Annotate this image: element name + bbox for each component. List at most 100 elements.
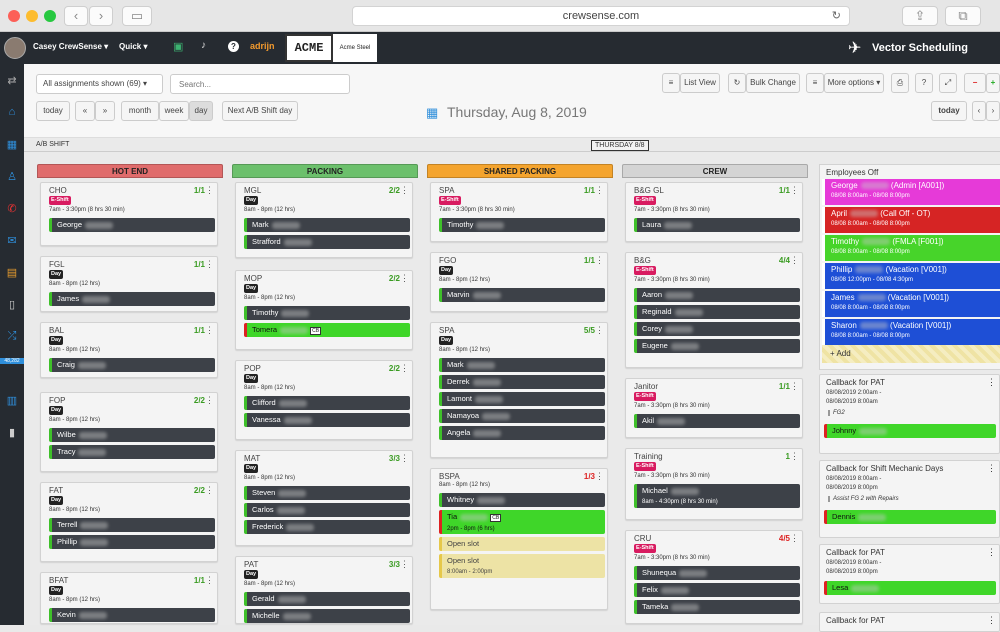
assigned-person[interactable]: Open slot 8:00am - 2:00pm — [439, 554, 605, 578]
swap-icon[interactable]: ⇄ — [0, 74, 24, 87]
callback-person[interactable]: Lesa — [824, 581, 996, 595]
assigned-person[interactable]: Derrek — [439, 375, 605, 389]
home-icon[interactable]: ⌂ — [0, 106, 24, 118]
add-employee-off-button[interactable]: + Add — [822, 345, 1000, 363]
calendar-icon[interactable]: ▦ — [0, 138, 24, 151]
more-options-button[interactable]: More options ▾ — [824, 73, 884, 93]
callback-card[interactable]: Callback for PAT ⋮ 08/08/2019 8:00am - 08/0… — [819, 544, 1000, 604]
calendar-app-icon[interactable]: ▣ — [173, 40, 183, 53]
assigned-person[interactable]: Aaron — [634, 288, 800, 302]
next-ab-shift-button[interactable]: Next A/B Shift day — [222, 101, 298, 121]
quick-menu[interactable]: Quick ▾ — [119, 42, 147, 51]
callback-menu-icon[interactable]: ⋮ — [987, 547, 996, 558]
assignment-card[interactable]: BFAT 1/1 ⋮ Day 8am - 8pm (12 hrs) Kevin — [40, 572, 218, 624]
reload-icon[interactable]: ↻ — [832, 7, 841, 25]
assigned-person[interactable]: Wilbe — [49, 428, 215, 442]
assignment-card[interactable]: FOP 2/2 ⋮ Day 8am - 8pm (12 hrs) Wilbe Tracy — [40, 392, 218, 472]
user-menu[interactable]: Casey CrewSense ▾ — [33, 42, 108, 51]
assignment-card[interactable]: SPA 1/1 ⋮ E-Shift 7am - 3:30pm (8 hrs 30 min… — [430, 182, 608, 242]
card-menu-icon[interactable]: ⋮ — [595, 325, 604, 336]
assigned-person[interactable]: Felix — [634, 583, 800, 597]
assigned-person[interactable]: Timothy — [439, 218, 605, 232]
help-button-icon[interactable]: ? — [915, 73, 933, 93]
assignment-card[interactable]: B&G GL 1/1 ⋮ E-Shift 7am - 3:30pm (8 hrs 30 … — [625, 182, 803, 242]
report-icon[interactable]: ▮ — [0, 426, 24, 439]
callback-person[interactable]: Dennis — [824, 510, 996, 524]
assigned-person[interactable]: Carlos — [244, 503, 410, 517]
employee-off-row[interactable]: George (Admin [A001]) 08/08 8:00am - 08/0… — [822, 179, 1000, 205]
card-menu-icon[interactable]: ⋮ — [790, 381, 799, 392]
assigned-person[interactable]: Frederick — [244, 520, 410, 534]
card-menu-icon[interactable]: ⋮ — [205, 575, 214, 586]
card-menu-icon[interactable]: ⋮ — [205, 325, 214, 336]
card-menu-icon[interactable]: ⋮ — [595, 471, 604, 482]
assignment-card[interactable]: PAT 3/3 ⋮ Day 8am - 8pm (12 hrs) Gerald Michel… — [235, 556, 413, 624]
card-menu-icon[interactable]: ⋮ — [595, 255, 604, 266]
prev-day-icon[interactable]: ‹ — [972, 101, 986, 121]
bulk-change-button[interactable]: Bulk Change — [746, 73, 800, 93]
callback-card[interactable]: Callback for PAT ⋮ 08/08/2019 2:00am - 08/0… — [819, 374, 1000, 454]
employee-off-row[interactable]: Sharon (Vacation [V001]) 08/08 8:00am - 0… — [822, 319, 1000, 345]
search-input[interactable] — [170, 74, 350, 94]
next-button[interactable]: » — [95, 101, 115, 121]
card-menu-icon[interactable]: ⋮ — [205, 259, 214, 270]
phone-icon[interactable]: ✆ — [0, 202, 24, 215]
assigned-person[interactable]: Shunequa — [634, 566, 800, 580]
callback-card[interactable]: Callback for PAT ⋮ — [819, 612, 1000, 632]
card-menu-icon[interactable]: ⋮ — [790, 533, 799, 544]
date-calendar-icon[interactable]: ▦ — [426, 105, 438, 121]
mail-icon[interactable]: ✉ — [0, 234, 24, 247]
callback-card[interactable]: Callback for Shift Mechanic Days ⋮ 08/08/2… — [819, 460, 1000, 538]
document-icon[interactable]: ▯ — [0, 298, 24, 311]
company-logo[interactable]: ACME — [285, 34, 333, 62]
assigned-person[interactable]: Eugene — [634, 339, 800, 353]
card-menu-icon[interactable]: ⋮ — [205, 185, 214, 196]
card-menu-icon[interactable]: ⋮ — [790, 255, 799, 266]
today-button[interactable]: today — [36, 101, 70, 121]
assignment-card[interactable]: Janitor 1/1 ⋮ E-Shift 7am - 3:30pm (8 hrs 30… — [625, 378, 803, 438]
callback-person[interactable]: Johnny — [824, 424, 996, 438]
minimize-window-button[interactable] — [26, 10, 38, 22]
today-right-button[interactable]: today — [931, 101, 967, 121]
column-header[interactable]: SHARED PACKING — [427, 164, 613, 178]
assignment-card[interactable]: CRU 4/5 ⋮ E-Shift 7am - 3:30pm (8 hrs 30 min… — [625, 530, 803, 624]
card-menu-icon[interactable]: ⋮ — [400, 453, 409, 464]
assignment-card[interactable]: BAL 1/1 ⋮ Day 8am - 8pm (12 hrs) Craig — [40, 322, 218, 378]
assigned-person[interactable]: Vanessa — [244, 413, 410, 427]
assignment-card[interactable]: SPA 5/5 ⋮ Day 8am - 8pm (12 hrs) Mark Derrek La… — [430, 322, 608, 458]
employee-off-row[interactable]: Phillip (Vacation [V001]) 08/08 12:00pm -… — [822, 263, 1000, 289]
assignment-card[interactable]: MAT 3/3 ⋮ Day 8am - 8pm (12 hrs) Steven Carlos… — [235, 450, 413, 546]
card-menu-icon[interactable]: ⋮ — [400, 273, 409, 284]
assigned-person[interactable]: Michael 8am - 4:30pm (8 hrs 30 min) — [634, 484, 800, 508]
fullscreen-icon[interactable]: ⤢ — [939, 73, 957, 93]
assigned-person[interactable]: Gerald — [244, 592, 410, 606]
column-header[interactable]: CREW — [622, 164, 808, 178]
assignments-filter[interactable]: All assignments shown (69) ▾ — [36, 74, 163, 94]
assigned-person[interactable]: Laura — [634, 218, 800, 232]
card-menu-icon[interactable]: ⋮ — [790, 451, 799, 462]
employee-off-row[interactable]: April (Call Off - OT) 08/08 8:00am - 08/0… — [822, 207, 1000, 233]
assigned-person[interactable]: Open slot — [439, 537, 605, 551]
help-icon[interactable]: ? — [228, 41, 239, 52]
assigned-person[interactable]: Craig — [49, 358, 215, 372]
card-menu-icon[interactable]: ⋮ — [790, 185, 799, 196]
assigned-person[interactable]: Phillip — [49, 535, 215, 549]
next-day-icon[interactable]: › — [986, 101, 1000, 121]
assigned-person[interactable]: Angela — [439, 426, 605, 440]
assigned-person[interactable]: George — [49, 218, 215, 232]
bell-icon[interactable]: ♪ — [201, 40, 206, 51]
assignment-card[interactable]: B&G 4/4 ⋮ E-Shift 7am - 3:30pm (8 hrs 30 min… — [625, 252, 803, 368]
assignment-card[interactable]: MOP 2/2 ⋮ Day 8am - 8pm (12 hrs) Timothy Tomer… — [235, 270, 413, 350]
assigned-person[interactable]: Corey — [634, 322, 800, 336]
assigned-person[interactable]: Tomera CB — [244, 323, 410, 337]
forward-icon[interactable]: › — [89, 6, 113, 26]
assigned-person[interactable]: Tia CB 2pm - 8pm (6 hrs) — [439, 510, 605, 534]
zoom-out-icon[interactable]: − — [964, 73, 986, 93]
assignment-card[interactable]: Training 1 ⋮ E-Shift 7am - 3:30pm (8 hrs 30 … — [625, 448, 803, 520]
assignment-card[interactable]: CHO 1/1 ⋮ E-Shift 7am - 3:30pm (8 hrs 30 min… — [40, 182, 218, 246]
assignment-card[interactable]: POP 2/2 ⋮ Day 8am - 8pm (12 hrs) Clifford Vane… — [235, 360, 413, 440]
maximize-window-button[interactable] — [44, 10, 56, 22]
card-menu-icon[interactable]: ⋮ — [400, 559, 409, 570]
card-menu-icon[interactable]: ⋮ — [205, 485, 214, 496]
column-header[interactable]: HOT END — [37, 164, 223, 178]
